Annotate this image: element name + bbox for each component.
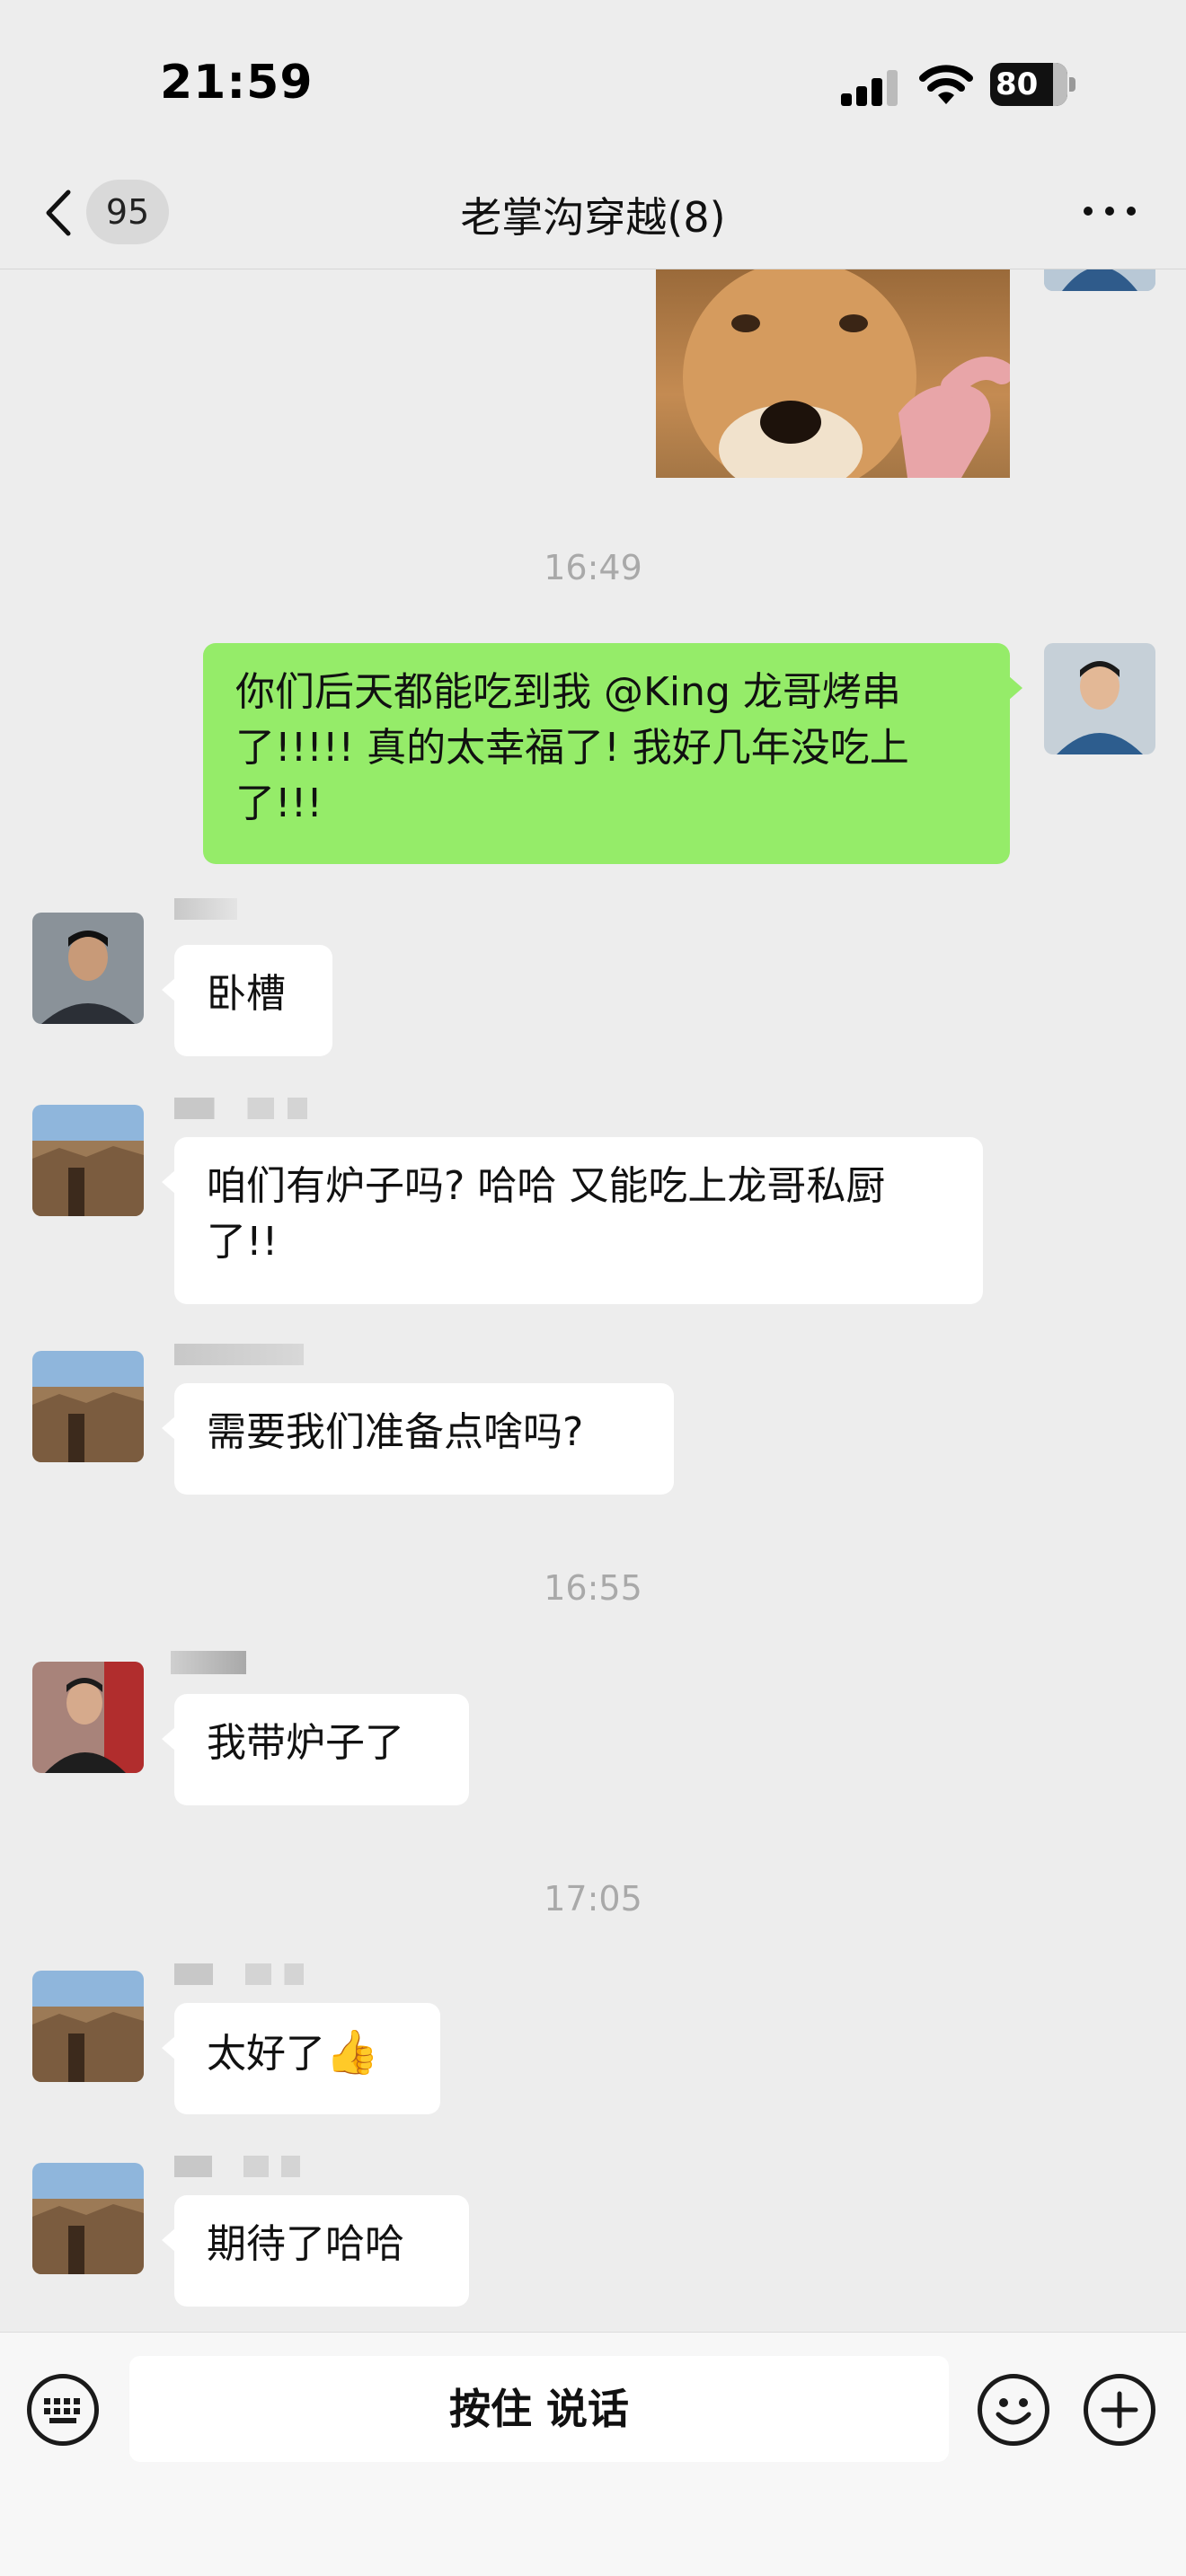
nav-bar: 95 老掌沟穿越(8) — [0, 153, 1186, 269]
incoming-message-bubble[interactable]: 咱们有炉子吗? 哈哈 又能吃上龙哥私厨了!! — [162, 1137, 983, 1304]
outgoing-message-bubble[interactable]: 你们后天都能吃到我 @King 龙哥烤串了!!!!! 真的太幸福了! 我好几年没… — [203, 643, 1022, 864]
emoji-button[interactable] — [978, 2374, 1049, 2446]
smiley-icon — [996, 2398, 1031, 2425]
hold-to-talk-button[interactable]: 按住 说话 — [129, 2356, 949, 2462]
message-text: 期待了哈哈 — [207, 2221, 404, 2267]
sender-name — [174, 1098, 307, 1119]
chat-screen: 21:59 80 95 老掌沟穿越(8) 16:49 你们后天都能吃到我 @Ki… — [0, 0, 1186, 2576]
wifi-icon — [919, 65, 973, 104]
timestamp: 16:55 — [544, 1568, 642, 1608]
sender-name — [174, 1344, 304, 1365]
message-text: 卧槽 — [207, 971, 286, 1017]
sender-avatar-landscape[interactable] — [32, 2163, 144, 2274]
sender-avatar[interactable] — [32, 913, 144, 1024]
incoming-message-bubble[interactable]: 需要我们准备点啥吗? — [162, 1383, 674, 1495]
message-text: 我带炉子了 — [207, 1720, 404, 1766]
message-text: 需要我们准备点啥吗? — [207, 1409, 584, 1455]
more-functions-button[interactable] — [1084, 2374, 1155, 2446]
status-time: 21:59 — [160, 56, 314, 110]
sender-name — [174, 1963, 304, 1985]
chat-title: 老掌沟穿越(8) — [460, 193, 726, 242]
incoming-message-bubble[interactable]: 我带炉子了 — [162, 1694, 469, 1805]
sender-avatar-landscape[interactable] — [32, 1105, 144, 1216]
sender-avatar[interactable] — [32, 1662, 144, 1773]
timestamp: 16:49 — [544, 548, 642, 587]
message-list[interactable]: 16:49 你们后天都能吃到我 @King 龙哥烤串了!!!!! 真的太幸福了!… — [0, 269, 1186, 2332]
sender-avatar-landscape[interactable] — [32, 1971, 144, 2082]
plus-icon — [1101, 2391, 1138, 2429]
input-bar: 按住 说话 — [0, 2332, 1186, 2576]
more-options-button[interactable] — [1078, 189, 1141, 234]
message-text: 太好了 — [207, 2031, 325, 2077]
battery-level: 80 — [990, 63, 1067, 106]
cellular-signal-icon — [841, 66, 898, 106]
my-avatar[interactable] — [1044, 269, 1155, 291]
incoming-message-bubble[interactable]: 太好了👍 — [162, 2003, 440, 2114]
sender-name — [171, 1651, 246, 1674]
thumbs-up-icon: 👍 — [325, 2027, 379, 2078]
battery-icon: 80 — [990, 63, 1076, 106]
message-text: 你们后天都能吃到我 @King 龙哥烤串了!!!!! 真的太幸福了! 我好几年没… — [235, 669, 909, 826]
my-avatar[interactable] — [1044, 643, 1155, 754]
keyboard-icon — [44, 2398, 80, 2423]
timestamp: 17:05 — [544, 1879, 642, 1919]
keyboard-toggle-button[interactable] — [27, 2374, 99, 2446]
sender-name — [174, 898, 237, 920]
shiba-sticker-image[interactable] — [656, 269, 1010, 478]
message-text: 咱们有炉子吗? 哈哈 又能吃上龙哥私厨了!! — [207, 1163, 886, 1265]
incoming-message-bubble[interactable]: 卧槽 — [162, 945, 332, 1056]
sender-avatar-landscape[interactable] — [32, 1351, 144, 1462]
incoming-message-bubble[interactable]: 期待了哈哈 — [162, 2195, 469, 2307]
sender-name — [174, 2156, 300, 2177]
status-bar: 21:59 80 — [0, 0, 1186, 153]
